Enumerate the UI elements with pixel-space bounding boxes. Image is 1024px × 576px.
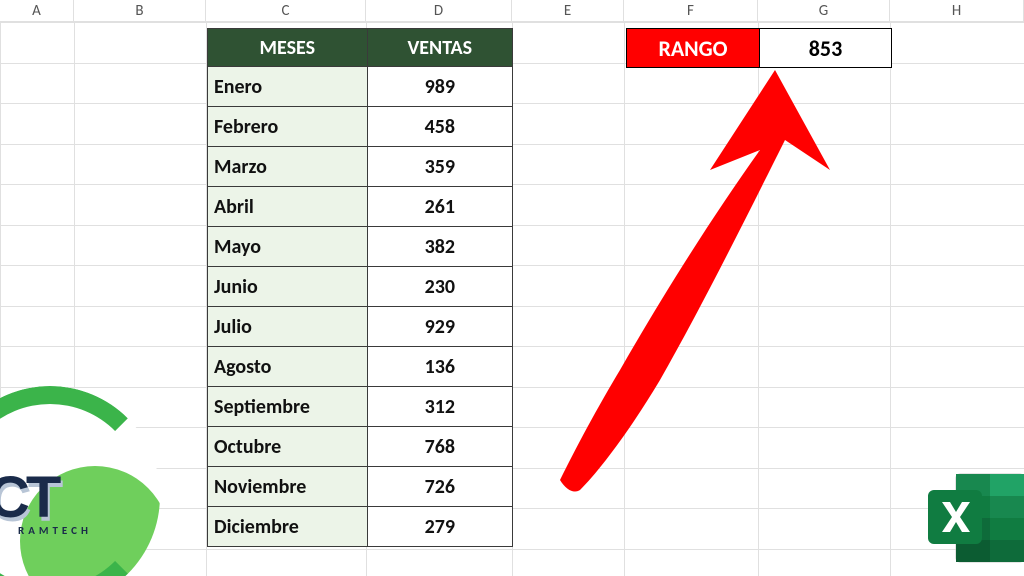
column-header-G[interactable]: G	[758, 0, 890, 22]
table-row[interactable]: Diciembre279	[208, 507, 513, 547]
excel-icon	[922, 468, 1024, 568]
ct-logo-subtext: RAMTECH	[18, 524, 92, 537]
month-cell[interactable]: Mayo	[208, 227, 368, 267]
month-cell[interactable]: Junio	[208, 267, 368, 307]
table-row[interactable]: Agosto136	[208, 347, 513, 387]
rango-label-cell[interactable]: RANGO	[626, 28, 760, 68]
value-cell[interactable]: 359	[367, 147, 512, 187]
value-cell[interactable]: 382	[367, 227, 512, 267]
value-cell[interactable]: 136	[367, 347, 512, 387]
month-cell[interactable]: Diciembre	[208, 507, 368, 547]
month-cell[interactable]: Enero	[208, 67, 368, 107]
value-cell[interactable]: 929	[367, 307, 512, 347]
month-cell[interactable]: Agosto	[208, 347, 368, 387]
table-row[interactable]: Noviembre726	[208, 467, 513, 507]
table-row[interactable]: Mayo382	[208, 227, 513, 267]
table-row[interactable]: Abril261	[208, 187, 513, 227]
month-cell[interactable]: Noviembre	[208, 467, 368, 507]
value-cell[interactable]: 230	[367, 267, 512, 307]
value-cell[interactable]: 458	[367, 107, 512, 147]
column-header-F[interactable]: F	[624, 0, 758, 22]
value-cell[interactable]: 261	[367, 187, 512, 227]
value-cell[interactable]: 989	[367, 67, 512, 107]
column-header-B[interactable]: B	[74, 0, 206, 22]
arrow-annotation	[530, 60, 850, 510]
rango-value-cell[interactable]: 853	[760, 28, 892, 68]
header-meses[interactable]: MESES	[208, 29, 368, 67]
month-cell[interactable]: Febrero	[208, 107, 368, 147]
table-row[interactable]: Septiembre312	[208, 387, 513, 427]
column-header-D[interactable]: D	[366, 0, 512, 22]
table-row[interactable]: Junio230	[208, 267, 513, 307]
table-row[interactable]: Febrero458	[208, 107, 513, 147]
column-header-A[interactable]: A	[0, 0, 74, 22]
value-cell[interactable]: 768	[367, 427, 512, 467]
column-header-C[interactable]: C	[206, 0, 366, 22]
value-cell[interactable]: 279	[367, 507, 512, 547]
table-row[interactable]: Julio929	[208, 307, 513, 347]
ct-brand-logo: CT RAMTECH	[0, 386, 160, 576]
sales-table[interactable]: MESES VENTAS Enero989Febrero458Marzo359A…	[207, 28, 513, 547]
column-header-E[interactable]: E	[512, 0, 624, 22]
month-cell[interactable]: Abril	[208, 187, 368, 227]
header-ventas[interactable]: VENTAS	[367, 29, 512, 67]
value-cell[interactable]: 726	[367, 467, 512, 507]
month-cell[interactable]: Marzo	[208, 147, 368, 187]
column-header-H[interactable]: H	[890, 0, 1024, 22]
month-cell[interactable]: Octubre	[208, 427, 368, 467]
month-cell[interactable]: Julio	[208, 307, 368, 347]
column-header-row: ABCDEFGH	[0, 0, 1024, 22]
table-row[interactable]: Marzo359	[208, 147, 513, 187]
table-row[interactable]: Enero989	[208, 67, 513, 107]
month-cell[interactable]: Septiembre	[208, 387, 368, 427]
table-row[interactable]: Octubre768	[208, 427, 513, 467]
ct-logo-text: CT	[0, 464, 57, 531]
value-cell[interactable]: 312	[367, 387, 512, 427]
